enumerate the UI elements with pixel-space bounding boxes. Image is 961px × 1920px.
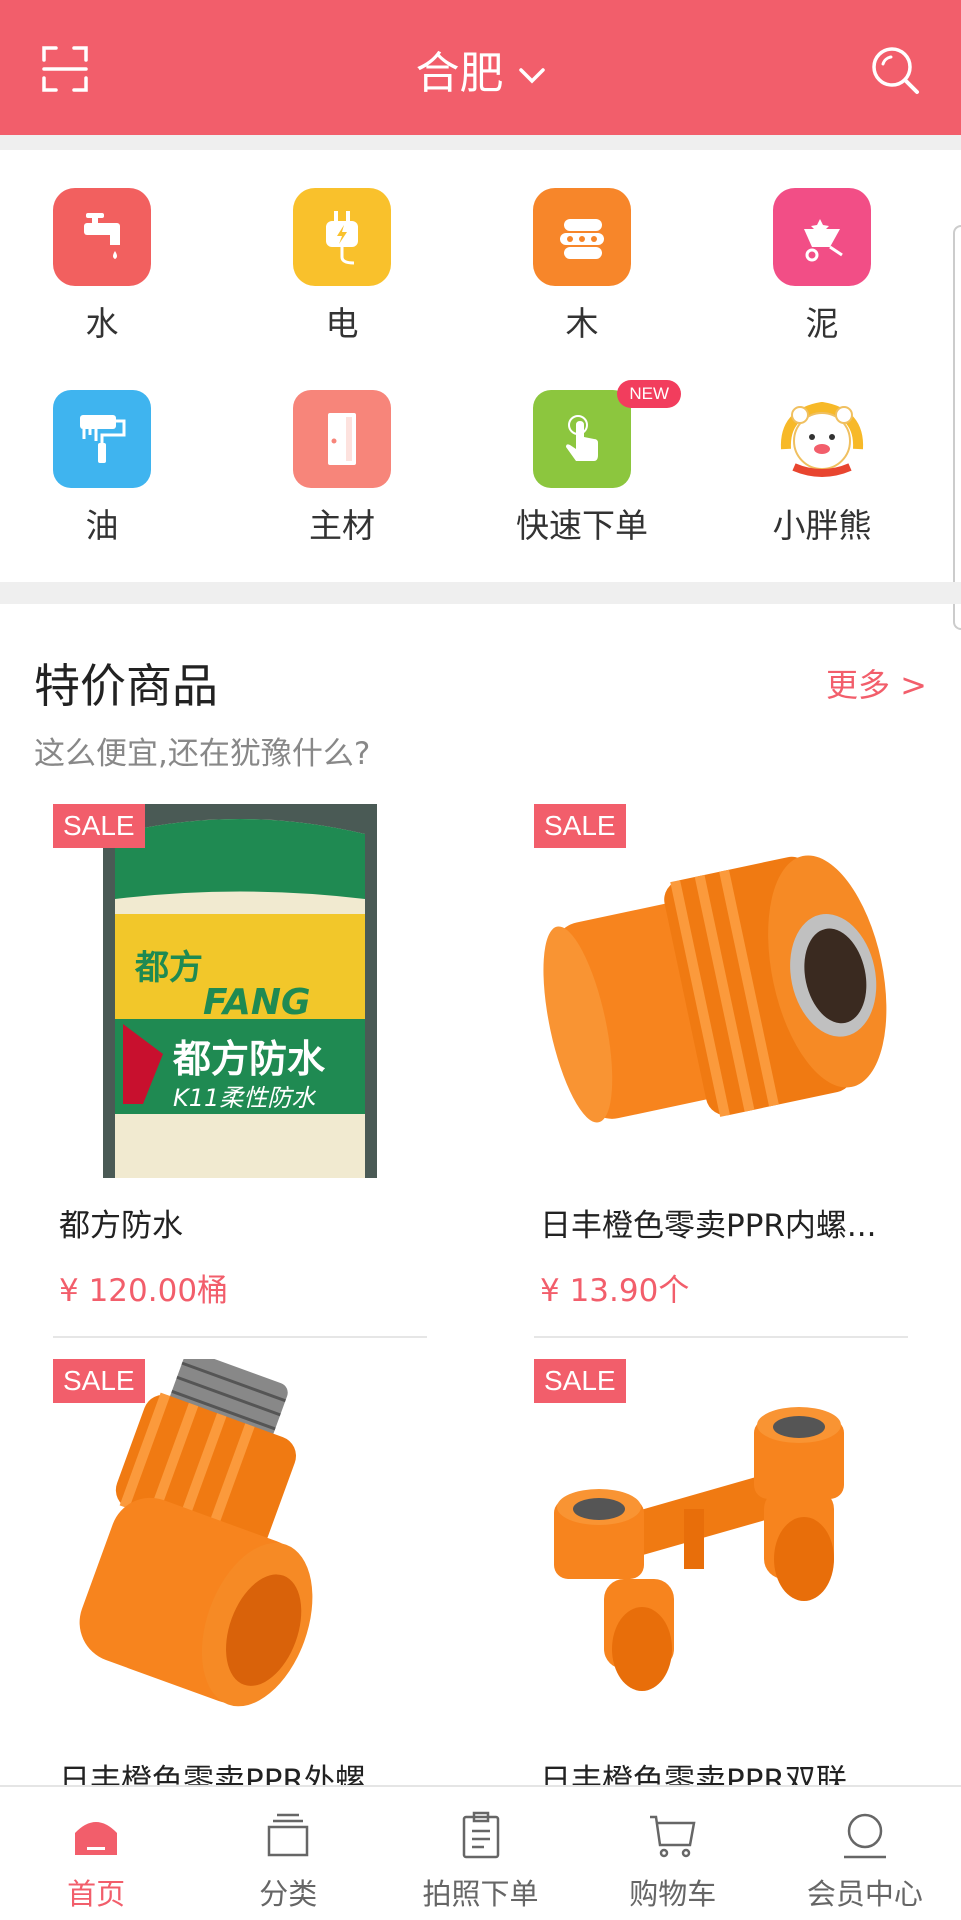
tab-label: 分类 — [259, 1877, 318, 1911]
tab-label: 购物车 — [629, 1877, 717, 1911]
product-card[interactable]: SALE 日丰橙色零卖PPR外螺 — [53, 1359, 427, 1800]
user-icon — [843, 1813, 886, 1859]
product-image: SALE — [534, 1359, 908, 1733]
sale-tag: SALE — [53, 804, 145, 848]
category-paint[interactable]: 油 — [0, 390, 222, 546]
product-image: 都方 FANG 都方防水 K11柔性防水 SALE — [53, 804, 427, 1178]
wheelbarrow-icon — [773, 188, 871, 286]
category-label: 水 — [85, 304, 119, 343]
city-selector[interactable]: 合肥 — [0, 48, 961, 100]
product-card[interactable]: SALE 日丰橙色零卖PPR内螺... ¥ 13.90个 — [534, 804, 908, 1338]
tab-label: 会员中心 — [806, 1877, 923, 1911]
clipboard-icon — [462, 1811, 499, 1859]
sale-tag: SALE — [53, 1359, 145, 1403]
door-icon — [293, 390, 391, 488]
paint-roller-icon — [53, 390, 151, 488]
grid-gap — [0, 582, 961, 604]
section-title: 特价商品 — [34, 659, 218, 713]
tab-label: 拍照下单 — [422, 1877, 539, 1911]
tab-member-center[interactable]: 会员中心 — [769, 1787, 961, 1920]
category-label: 油 — [85, 506, 119, 545]
tab-cart[interactable]: 购物车 — [577, 1787, 769, 1920]
bucket-fang-text: FANG — [203, 982, 311, 1023]
tab-photo-order[interactable]: 拍照下单 — [384, 1787, 576, 1920]
product-name: 都方防水 — [59, 1208, 183, 1244]
scroll-indicator — [953, 225, 961, 630]
category-main-material[interactable]: 主材 — [222, 390, 462, 546]
product-image: SALE — [53, 1359, 427, 1733]
category-label: 电 — [325, 304, 359, 343]
tap-hand-icon: NEW — [533, 380, 681, 488]
category-water[interactable]: 水 — [0, 188, 222, 344]
home-icon — [75, 1822, 118, 1855]
city-name: 合肥 — [415, 48, 504, 99]
chevron-down-icon — [518, 68, 545, 84]
category-electric[interactable]: 电 — [222, 188, 462, 344]
category-little-bear[interactable]: 小胖熊 — [702, 390, 942, 546]
search-icon[interactable] — [869, 44, 921, 96]
section-subtitle: 这么便宜,还在犹豫什么? — [34, 736, 371, 772]
logs-icon — [533, 188, 631, 286]
category-label: 主材 — [309, 506, 375, 545]
bucket-k11-text: K11柔性防水 — [173, 1084, 316, 1112]
bottom-tab-bar: 首页 分类 拍照下单 购物车 会员中心 — [0, 1785, 961, 1920]
tab-category[interactable]: 分类 — [192, 1787, 384, 1920]
category-grid: 水 电 木 泥 油 主材 NEW 快速下单 小胖熊 — [0, 150, 961, 582]
new-badge: NEW — [617, 380, 681, 408]
category-wood[interactable]: 木 — [462, 188, 702, 344]
more-link[interactable]: 更多 > — [826, 660, 927, 706]
product-card[interactable]: 都方 FANG 都方防水 K11柔性防水 SALE 都方防水 ¥ 120.00桶 — [53, 804, 427, 1338]
category-label: 木 — [565, 304, 599, 343]
bucket-product-text: 都方防水 — [172, 1037, 326, 1081]
plug-icon — [293, 188, 391, 286]
product-image: SALE — [534, 804, 908, 1178]
product-price: ¥ 120.00桶 — [59, 1273, 229, 1309]
bucket-brand-text: 都方 — [134, 948, 203, 988]
sale-tag: SALE — [534, 804, 626, 848]
bear-mascot-icon — [773, 390, 871, 488]
category-mud[interactable]: 泥 — [702, 188, 942, 344]
product-price: ¥ 13.90个 — [540, 1273, 690, 1309]
header-gap — [0, 135, 961, 150]
divider — [534, 1336, 908, 1338]
product-name: 日丰橙色零卖PPR内螺... — [540, 1208, 877, 1244]
tab-home[interactable]: 首页 — [0, 1787, 192, 1920]
category-icon — [268, 1813, 309, 1857]
category-quick-order[interactable]: NEW 快速下单 — [462, 380, 702, 546]
tab-label: 首页 — [67, 1877, 126, 1911]
category-label: 小胖熊 — [772, 506, 872, 545]
cart-icon — [649, 1815, 696, 1858]
faucet-icon — [53, 188, 151, 286]
category-label: 泥 — [805, 304, 839, 343]
divider — [53, 1336, 427, 1338]
category-label: 快速下单 — [516, 506, 648, 545]
product-card[interactable]: SALE 日丰橙色零卖PPR双联 — [534, 1359, 908, 1800]
sale-tag: SALE — [534, 1359, 626, 1403]
top-header: 合肥 — [0, 0, 961, 135]
